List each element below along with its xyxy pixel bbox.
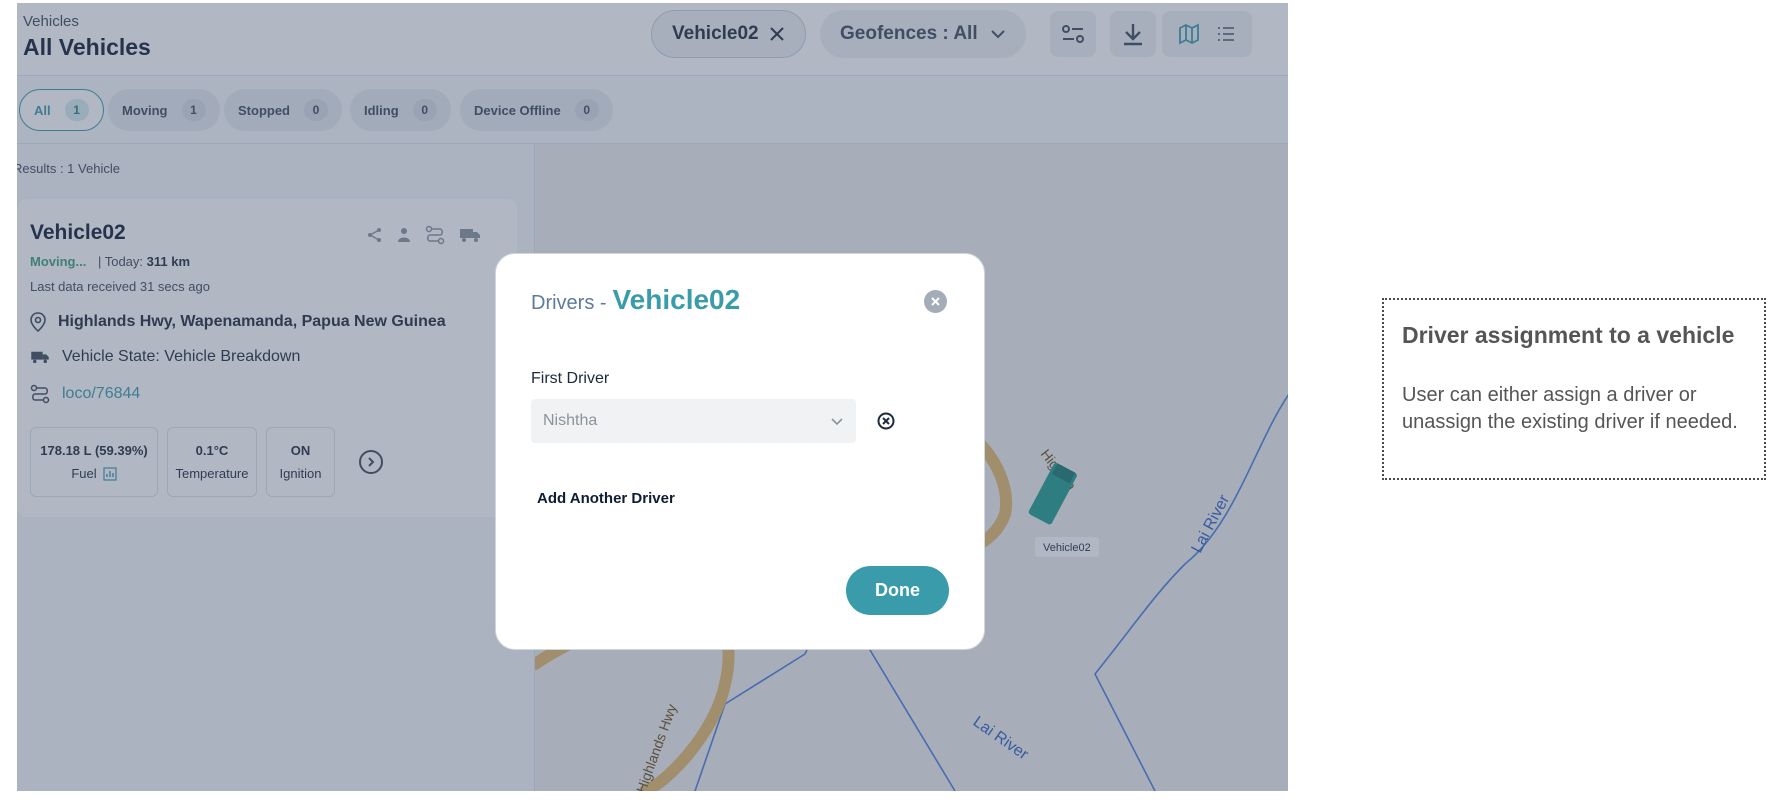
unassign-driver-icon[interactable]: [876, 411, 896, 431]
annotation-note: Driver assignment to a vehicle User can …: [1382, 298, 1766, 480]
first-driver-select[interactable]: Nishtha: [531, 399, 856, 443]
modal-title: Drivers - Vehicle02: [531, 284, 740, 316]
drivers-modal: Drivers - Vehicle02 First Driver Nishtha…: [495, 253, 985, 650]
first-driver-label: First Driver: [531, 370, 610, 387]
first-driver-value: Nishtha: [543, 412, 598, 429]
close-icon: [931, 297, 940, 306]
chevron-down-icon: [831, 417, 843, 425]
modal-close-button[interactable]: [924, 290, 947, 313]
modal-vehicle-name: Vehicle02: [612, 284, 741, 315]
note-title: Driver assignment to a vehicle: [1402, 322, 1735, 348]
modal-title-prefix: Drivers -: [531, 292, 607, 314]
done-button[interactable]: Done: [846, 566, 949, 615]
note-body: User can either assign a driver or unass…: [1402, 384, 1738, 433]
app-window: Vehicles All Vehicles Vehicle02 Geofence…: [17, 3, 1288, 791]
add-another-driver-link[interactable]: Add Another Driver: [537, 490, 675, 507]
